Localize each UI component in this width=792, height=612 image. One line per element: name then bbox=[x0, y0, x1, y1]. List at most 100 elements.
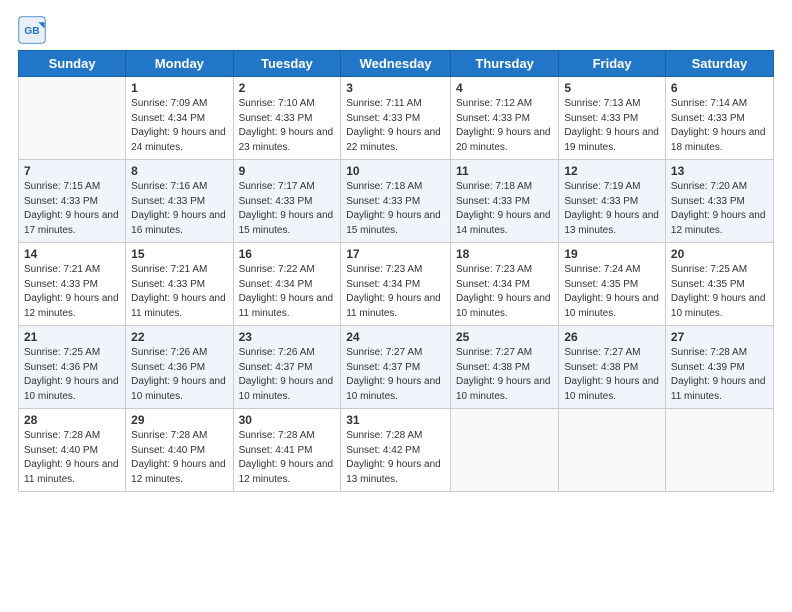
day-of-week-monday: Monday bbox=[126, 51, 233, 77]
calendar-cell: 22 Sunrise: 7:26 AM Sunset: 4:36 PM Dayli… bbox=[126, 326, 233, 409]
calendar-cell: 27Sunrise: 7:28 AM Sunset: 4:39 PM Dayli… bbox=[665, 326, 773, 409]
day-number: 8 bbox=[131, 164, 227, 178]
day-detail: Sunrise: 7:24 AM Sunset: 4:35 PM Dayligh… bbox=[564, 263, 660, 321]
day-number: 6 bbox=[671, 81, 768, 95]
day-detail: Sunrise: 7:22 AM Sunset: 4:34 PM Dayligh… bbox=[239, 263, 336, 321]
day-number: 10 bbox=[346, 164, 445, 178]
day-detail: Sunrise: 7:23 AM Sunset: 4:34 PM Dayligh… bbox=[346, 263, 445, 321]
calendar-cell: 3 Sunrise: 7:11 AM Sunset: 4:33 PM Daylig… bbox=[341, 77, 451, 160]
day-number: 31 bbox=[346, 413, 445, 427]
calendar-cell: 18 Sunrise: 7:23 AM Sunset: 4:34 PM Dayli… bbox=[450, 243, 558, 326]
calendar: SundayMondayTuesdayWednesdayThursdayFrid… bbox=[18, 50, 774, 492]
day-number: 4 bbox=[456, 81, 553, 95]
calendar-cell: 15Sunrise: 7:21 AM Sunset: 4:33 PM Dayli… bbox=[126, 243, 233, 326]
day-detail: Sunrise: 7:10 AM Sunset: 4:33 PM Dayligh… bbox=[239, 97, 336, 155]
day-detail: Sunrise: 7:25 AM Sunset: 4:36 PM Dayligh… bbox=[24, 346, 120, 404]
calendar-cell: 7Sunrise: 7:15 AM Sunset: 4:33 PM Daylig… bbox=[19, 160, 126, 243]
day-number: 21 bbox=[24, 330, 120, 344]
calendar-cell: 29Sunrise: 7:28 AM Sunset: 4:40 PM Dayli… bbox=[126, 409, 233, 492]
day-number: 25 bbox=[456, 330, 553, 344]
day-number: 19 bbox=[564, 247, 660, 261]
day-number: 13 bbox=[671, 164, 768, 178]
logo: GB bbox=[18, 14, 50, 44]
day-detail: Sunrise: 7:25 AM Sunset: 4:35 PM Dayligh… bbox=[671, 263, 768, 321]
day-detail: Sunrise: 7:09 AM Sunset: 4:34 PM Dayligh… bbox=[131, 97, 227, 155]
day-detail: Sunrise: 7:27 AM Sunset: 4:38 PM Dayligh… bbox=[564, 346, 660, 404]
calendar-cell: 16 Sunrise: 7:22 AM Sunset: 4:34 PM Dayli… bbox=[233, 243, 341, 326]
day-number: 18 bbox=[456, 247, 553, 261]
day-detail: Sunrise: 7:28 AM Sunset: 4:41 PM Dayligh… bbox=[239, 429, 336, 487]
calendar-week-row: 14 Sunrise: 7:21 AM Sunset: 4:33 PM Dayli… bbox=[19, 243, 774, 326]
calendar-cell: 4 Sunrise: 7:12 AM Sunset: 4:33 PM Daylig… bbox=[450, 77, 558, 160]
day-detail: Sunrise: 7:16 AM Sunset: 4:33 PM Dayligh… bbox=[131, 180, 227, 238]
calendar-cell: 19 Sunrise: 7:24 AM Sunset: 4:35 PM Dayli… bbox=[559, 243, 666, 326]
calendar-cell: 1 Sunrise: 7:09 AM Sunset: 4:34 PM Daylig… bbox=[126, 77, 233, 160]
calendar-cell: 21 Sunrise: 7:25 AM Sunset: 4:36 PM Dayli… bbox=[19, 326, 126, 409]
day-number: 3 bbox=[346, 81, 445, 95]
page: GB SundayMondayTuesdayWednesdayThursdayF… bbox=[0, 0, 792, 612]
day-detail: Sunrise: 7:26 AM Sunset: 4:37 PM Dayligh… bbox=[239, 346, 336, 404]
logo-icon: GB bbox=[18, 16, 46, 44]
day-number: 14 bbox=[24, 247, 120, 261]
svg-text:GB: GB bbox=[24, 26, 39, 37]
day-detail: Sunrise: 7:26 AM Sunset: 4:36 PM Dayligh… bbox=[131, 346, 227, 404]
day-detail: Sunrise: 7:11 AM Sunset: 4:33 PM Dayligh… bbox=[346, 97, 445, 155]
calendar-cell: 8 Sunrise: 7:16 AM Sunset: 4:33 PM Daylig… bbox=[126, 160, 233, 243]
day-detail: Sunrise: 7:28 AM Sunset: 4:39 PM Dayligh… bbox=[671, 346, 768, 404]
header: GB bbox=[18, 10, 774, 44]
calendar-cell: 23Sunrise: 7:26 AM Sunset: 4:37 PM Dayli… bbox=[233, 326, 341, 409]
day-detail: Sunrise: 7:27 AM Sunset: 4:38 PM Dayligh… bbox=[456, 346, 553, 404]
calendar-header-row: SundayMondayTuesdayWednesdayThursdayFrid… bbox=[19, 51, 774, 77]
day-detail: Sunrise: 7:21 AM Sunset: 4:33 PM Dayligh… bbox=[131, 263, 227, 321]
day-number: 22 bbox=[131, 330, 227, 344]
calendar-week-row: 7Sunrise: 7:15 AM Sunset: 4:33 PM Daylig… bbox=[19, 160, 774, 243]
day-detail: Sunrise: 7:21 AM Sunset: 4:33 PM Dayligh… bbox=[24, 263, 120, 321]
calendar-cell: 9 Sunrise: 7:17 AM Sunset: 4:33 PM Daylig… bbox=[233, 160, 341, 243]
calendar-cell bbox=[19, 77, 126, 160]
calendar-cell bbox=[665, 409, 773, 492]
calendar-cell: 14 Sunrise: 7:21 AM Sunset: 4:33 PM Dayli… bbox=[19, 243, 126, 326]
day-detail: Sunrise: 7:15 AM Sunset: 4:33 PM Dayligh… bbox=[24, 180, 120, 238]
day-detail: Sunrise: 7:20 AM Sunset: 4:33 PM Dayligh… bbox=[671, 180, 768, 238]
day-detail: Sunrise: 7:18 AM Sunset: 4:33 PM Dayligh… bbox=[456, 180, 553, 238]
day-detail: Sunrise: 7:19 AM Sunset: 4:33 PM Dayligh… bbox=[564, 180, 660, 238]
calendar-cell: 2Sunrise: 7:10 AM Sunset: 4:33 PM Daylig… bbox=[233, 77, 341, 160]
day-detail: Sunrise: 7:27 AM Sunset: 4:37 PM Dayligh… bbox=[346, 346, 445, 404]
day-of-week-thursday: Thursday bbox=[450, 51, 558, 77]
day-of-week-friday: Friday bbox=[559, 51, 666, 77]
calendar-cell: 25 Sunrise: 7:27 AM Sunset: 4:38 PM Dayli… bbox=[450, 326, 558, 409]
calendar-cell: 10 Sunrise: 7:18 AM Sunset: 4:33 PM Dayli… bbox=[341, 160, 451, 243]
calendar-cell: 12 Sunrise: 7:19 AM Sunset: 4:33 PM Dayli… bbox=[559, 160, 666, 243]
calendar-cell: 5 Sunrise: 7:13 AM Sunset: 4:33 PM Daylig… bbox=[559, 77, 666, 160]
day-detail: Sunrise: 7:28 AM Sunset: 4:42 PM Dayligh… bbox=[346, 429, 445, 487]
day-number: 1 bbox=[131, 81, 227, 95]
day-number: 9 bbox=[239, 164, 336, 178]
day-number: 17 bbox=[346, 247, 445, 261]
day-detail: Sunrise: 7:18 AM Sunset: 4:33 PM Dayligh… bbox=[346, 180, 445, 238]
calendar-cell: 11 Sunrise: 7:18 AM Sunset: 4:33 PM Dayli… bbox=[450, 160, 558, 243]
day-number: 30 bbox=[239, 413, 336, 427]
calendar-cell: 13 Sunrise: 7:20 AM Sunset: 4:33 PM Dayli… bbox=[665, 160, 773, 243]
day-number: 29 bbox=[131, 413, 227, 427]
day-number: 12 bbox=[564, 164, 660, 178]
day-detail: Sunrise: 7:12 AM Sunset: 4:33 PM Dayligh… bbox=[456, 97, 553, 155]
day-number: 28 bbox=[24, 413, 120, 427]
calendar-cell: 6Sunrise: 7:14 AM Sunset: 4:33 PM Daylig… bbox=[665, 77, 773, 160]
calendar-cell: 26Sunrise: 7:27 AM Sunset: 4:38 PM Dayli… bbox=[559, 326, 666, 409]
calendar-week-row: 28Sunrise: 7:28 AM Sunset: 4:40 PM Dayli… bbox=[19, 409, 774, 492]
calendar-cell: 17 Sunrise: 7:23 AM Sunset: 4:34 PM Dayli… bbox=[341, 243, 451, 326]
calendar-week-row: 1 Sunrise: 7:09 AM Sunset: 4:34 PM Daylig… bbox=[19, 77, 774, 160]
day-number: 5 bbox=[564, 81, 660, 95]
day-detail: Sunrise: 7:23 AM Sunset: 4:34 PM Dayligh… bbox=[456, 263, 553, 321]
day-number: 16 bbox=[239, 247, 336, 261]
day-number: 11 bbox=[456, 164, 553, 178]
day-of-week-wednesday: Wednesday bbox=[341, 51, 451, 77]
day-detail: Sunrise: 7:17 AM Sunset: 4:33 PM Dayligh… bbox=[239, 180, 336, 238]
day-number: 20 bbox=[671, 247, 768, 261]
day-of-week-tuesday: Tuesday bbox=[233, 51, 341, 77]
calendar-cell: 30 Sunrise: 7:28 AM Sunset: 4:41 PM Dayli… bbox=[233, 409, 341, 492]
day-detail: Sunrise: 7:13 AM Sunset: 4:33 PM Dayligh… bbox=[564, 97, 660, 155]
calendar-cell: 24Sunrise: 7:27 AM Sunset: 4:37 PM Dayli… bbox=[341, 326, 451, 409]
calendar-cell: 28Sunrise: 7:28 AM Sunset: 4:40 PM Dayli… bbox=[19, 409, 126, 492]
calendar-week-row: 21 Sunrise: 7:25 AM Sunset: 4:36 PM Dayli… bbox=[19, 326, 774, 409]
